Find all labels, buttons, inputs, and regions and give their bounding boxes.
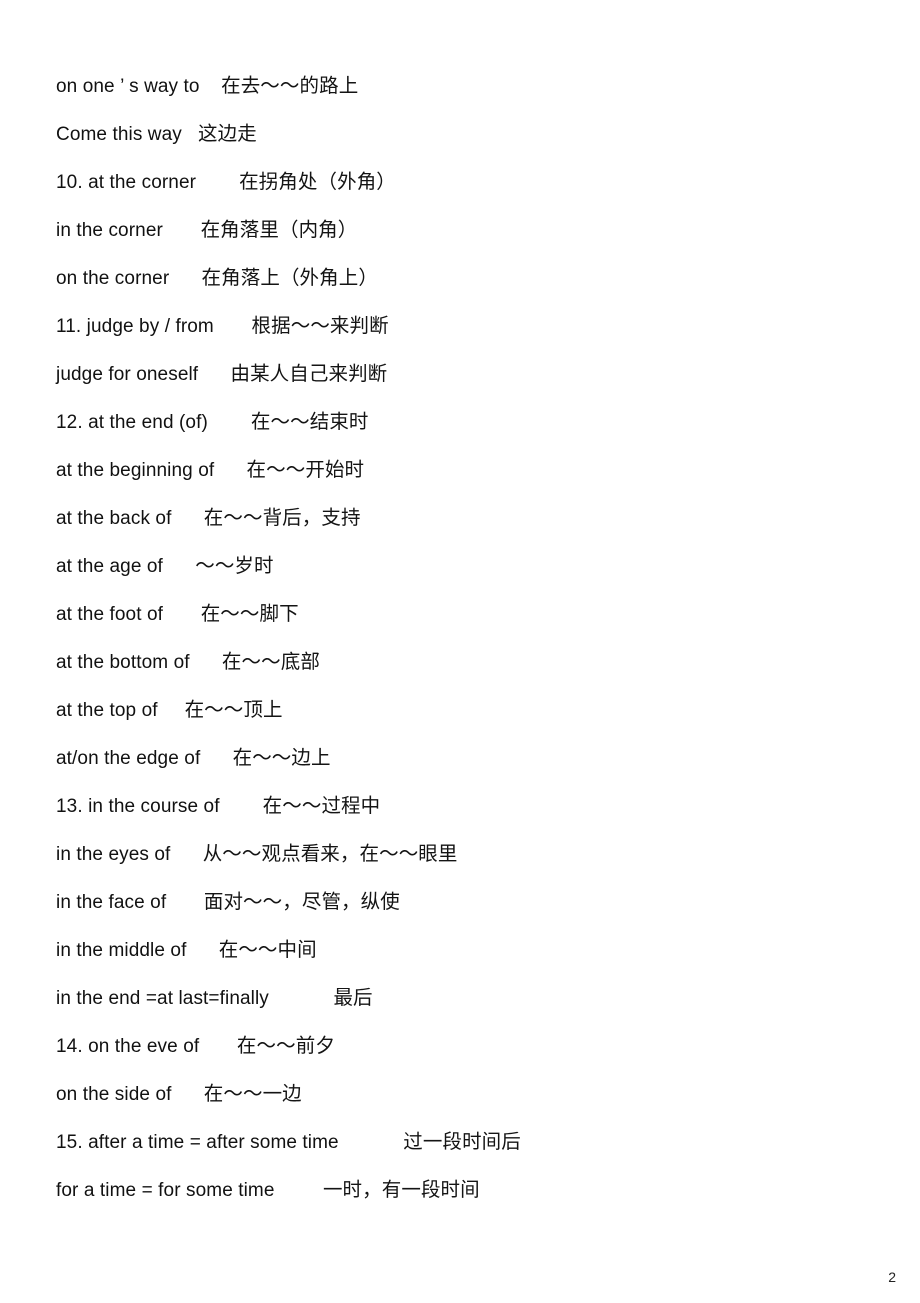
phrase-chinese: 一时，有一段时间 bbox=[322, 1178, 480, 1201]
phrase-entry: on one ’ s way to 在去～～的路上 bbox=[56, 62, 900, 110]
phrase-entry: 14. on the eve of 在～～前夕 bbox=[56, 1022, 900, 1070]
phrase-entry: at the bottom of 在～～底部 bbox=[56, 638, 900, 686]
phrase-chinese: 最后 bbox=[333, 986, 373, 1009]
phrase-entry: on the side of 在～～一边 bbox=[56, 1070, 900, 1118]
phrase-chinese: 在去～～的路上 bbox=[221, 74, 359, 97]
phrase-english: at/on the edge of bbox=[56, 748, 201, 769]
phrase-entry: at the foot of 在～～脚下 bbox=[56, 590, 900, 638]
page-number: 2 bbox=[888, 1269, 896, 1285]
phrase-english: in the eyes of bbox=[56, 844, 171, 865]
phrase-chinese: 从～～观点看来，在～～眼里 bbox=[202, 842, 458, 865]
phrase-entry: for a time = for some time 一时，有一段时间 bbox=[56, 1166, 900, 1214]
phrase-gap bbox=[163, 543, 195, 591]
phrase-gap bbox=[171, 1071, 203, 1119]
phrase-english: 14. on the eve of bbox=[56, 1036, 200, 1057]
phrase-gap bbox=[196, 159, 239, 207]
phrase-english: at the top of bbox=[56, 700, 158, 721]
phrase-chinese: 在～～开始时 bbox=[246, 458, 365, 481]
phrase-gap bbox=[208, 399, 251, 447]
phrase-chinese: ～～岁时 bbox=[195, 554, 274, 577]
phrase-entry: on the corner 在角落上（外角上） bbox=[56, 254, 900, 302]
phrase-chinese: 这边走 bbox=[198, 122, 257, 145]
phrase-chinese: 在角落上（外角上） bbox=[201, 266, 378, 289]
phrase-chinese: 在～～顶上 bbox=[184, 698, 283, 721]
phrase-english: at the bottom of bbox=[56, 652, 190, 673]
phrase-english: 12. at the end (of) bbox=[56, 412, 208, 433]
phrase-english: 13. in the course of bbox=[56, 796, 220, 817]
phrase-entry: in the corner 在角落里（内角） bbox=[56, 206, 900, 254]
phrase-entry: at the back of 在～～背后，支持 bbox=[56, 494, 900, 542]
phrase-english: in the middle of bbox=[56, 940, 187, 961]
phrase-gap bbox=[339, 1119, 404, 1167]
phrase-english: at the foot of bbox=[56, 604, 164, 625]
phrase-english: Come this way bbox=[56, 124, 182, 145]
document-page: on one ’ s way to 在去～～的路上 Come this way … bbox=[0, 0, 920, 1303]
phrase-english: on the side of bbox=[56, 1084, 172, 1105]
phrase-entry: at/on the edge of 在～～边上 bbox=[56, 734, 900, 782]
phrase-entry: Come this way 这边走 bbox=[56, 110, 900, 158]
phrase-gap bbox=[171, 495, 203, 543]
phrase-gap bbox=[170, 831, 202, 879]
phrase-english: in the corner bbox=[56, 220, 163, 241]
phrase-english: in the end =at last=finally bbox=[56, 988, 269, 1009]
phrase-entry: at the top of 在～～顶上 bbox=[56, 686, 900, 734]
phrase-entry: in the eyes of 从～～观点看来，在～～眼里 bbox=[56, 830, 900, 878]
phrase-entry: 13. in the course of 在～～过程中 bbox=[56, 782, 900, 830]
phrase-english: judge for oneself bbox=[56, 364, 199, 385]
phrase-chinese: 在～～脚下 bbox=[200, 602, 299, 625]
phrase-english: on the corner bbox=[56, 268, 170, 289]
phrase-chinese: 在～～底部 bbox=[221, 650, 320, 673]
phrase-gap bbox=[220, 783, 263, 831]
phrase-gap bbox=[186, 927, 218, 975]
phrase-entry: 10. at the corner 在拐角处（外角） bbox=[56, 158, 900, 206]
phrase-english: at the beginning of bbox=[56, 460, 215, 481]
phrase-english: for a time = for some time bbox=[56, 1180, 275, 1201]
phrase-gap bbox=[198, 351, 230, 399]
phrase-list: on one ’ s way to 在去～～的路上 Come this way … bbox=[56, 62, 900, 1214]
phrase-entry: in the end =at last=finally 最后 bbox=[56, 974, 900, 1022]
phrase-chinese: 在～～中间 bbox=[218, 938, 317, 961]
phrase-chinese: 在～～前夕 bbox=[236, 1034, 335, 1057]
phrase-chinese: 根据～～来判断 bbox=[251, 314, 389, 337]
phrase-gap bbox=[200, 735, 232, 783]
phrase-chinese: 在～～结束时 bbox=[250, 410, 369, 433]
phrase-gap bbox=[199, 1023, 237, 1071]
phrase-chinese: 在拐角处（外角） bbox=[239, 170, 396, 193]
phrase-chinese: 面对～～，尽管，纵使 bbox=[203, 890, 400, 913]
phrase-entry: in the middle of 在～～中间 bbox=[56, 926, 900, 974]
phrase-chinese: 过一段时间后 bbox=[403, 1130, 521, 1153]
phrase-entry: at the age of ～～岁时 bbox=[56, 542, 900, 590]
phrase-gap bbox=[214, 303, 252, 351]
phrase-english: 11. judge by / from bbox=[56, 316, 214, 337]
phrase-chinese: 在～～边上 bbox=[232, 746, 331, 769]
phrase-entry: at the beginning of 在～～开始时 bbox=[56, 446, 900, 494]
phrase-gap bbox=[182, 111, 198, 159]
phrase-entry: judge for oneself 由某人自己来判断 bbox=[56, 350, 900, 398]
phrase-gap bbox=[269, 975, 334, 1023]
phrase-entry: 15. after a time = after some time 过一段时间… bbox=[56, 1118, 900, 1166]
phrase-gap bbox=[163, 591, 201, 639]
phrase-english: at the age of bbox=[56, 556, 163, 577]
phrase-gap bbox=[275, 1167, 323, 1215]
phrase-gap bbox=[163, 207, 201, 255]
phrase-gap bbox=[214, 447, 246, 495]
phrase-english: on one ’ s way to bbox=[56, 76, 200, 97]
phrase-entry: 11. judge by / from 根据～～来判断 bbox=[56, 302, 900, 350]
phrase-chinese: 在～～过程中 bbox=[262, 794, 381, 817]
phrase-entry: 12. at the end (of) 在～～结束时 bbox=[56, 398, 900, 446]
phrase-chinese: 在角落里（内角） bbox=[200, 218, 358, 241]
phrase-chinese: 在～～一边 bbox=[203, 1082, 302, 1105]
phrase-english: 15. after a time = after some time bbox=[56, 1132, 339, 1153]
phrase-gap bbox=[169, 255, 201, 303]
phrase-english: in the face of bbox=[56, 892, 167, 913]
phrase-english: at the back of bbox=[56, 508, 172, 529]
phrase-gap bbox=[200, 63, 222, 111]
phrase-gap bbox=[190, 639, 222, 687]
phrase-entry: in the face of 面对～～，尽管，纵使 bbox=[56, 878, 900, 926]
phrase-chinese: 在～～背后，支持 bbox=[203, 506, 361, 529]
phrase-gap bbox=[158, 687, 185, 735]
phrase-gap bbox=[166, 879, 204, 927]
phrase-english: 10. at the corner bbox=[56, 172, 197, 193]
phrase-chinese: 由某人自己来判断 bbox=[230, 362, 388, 385]
